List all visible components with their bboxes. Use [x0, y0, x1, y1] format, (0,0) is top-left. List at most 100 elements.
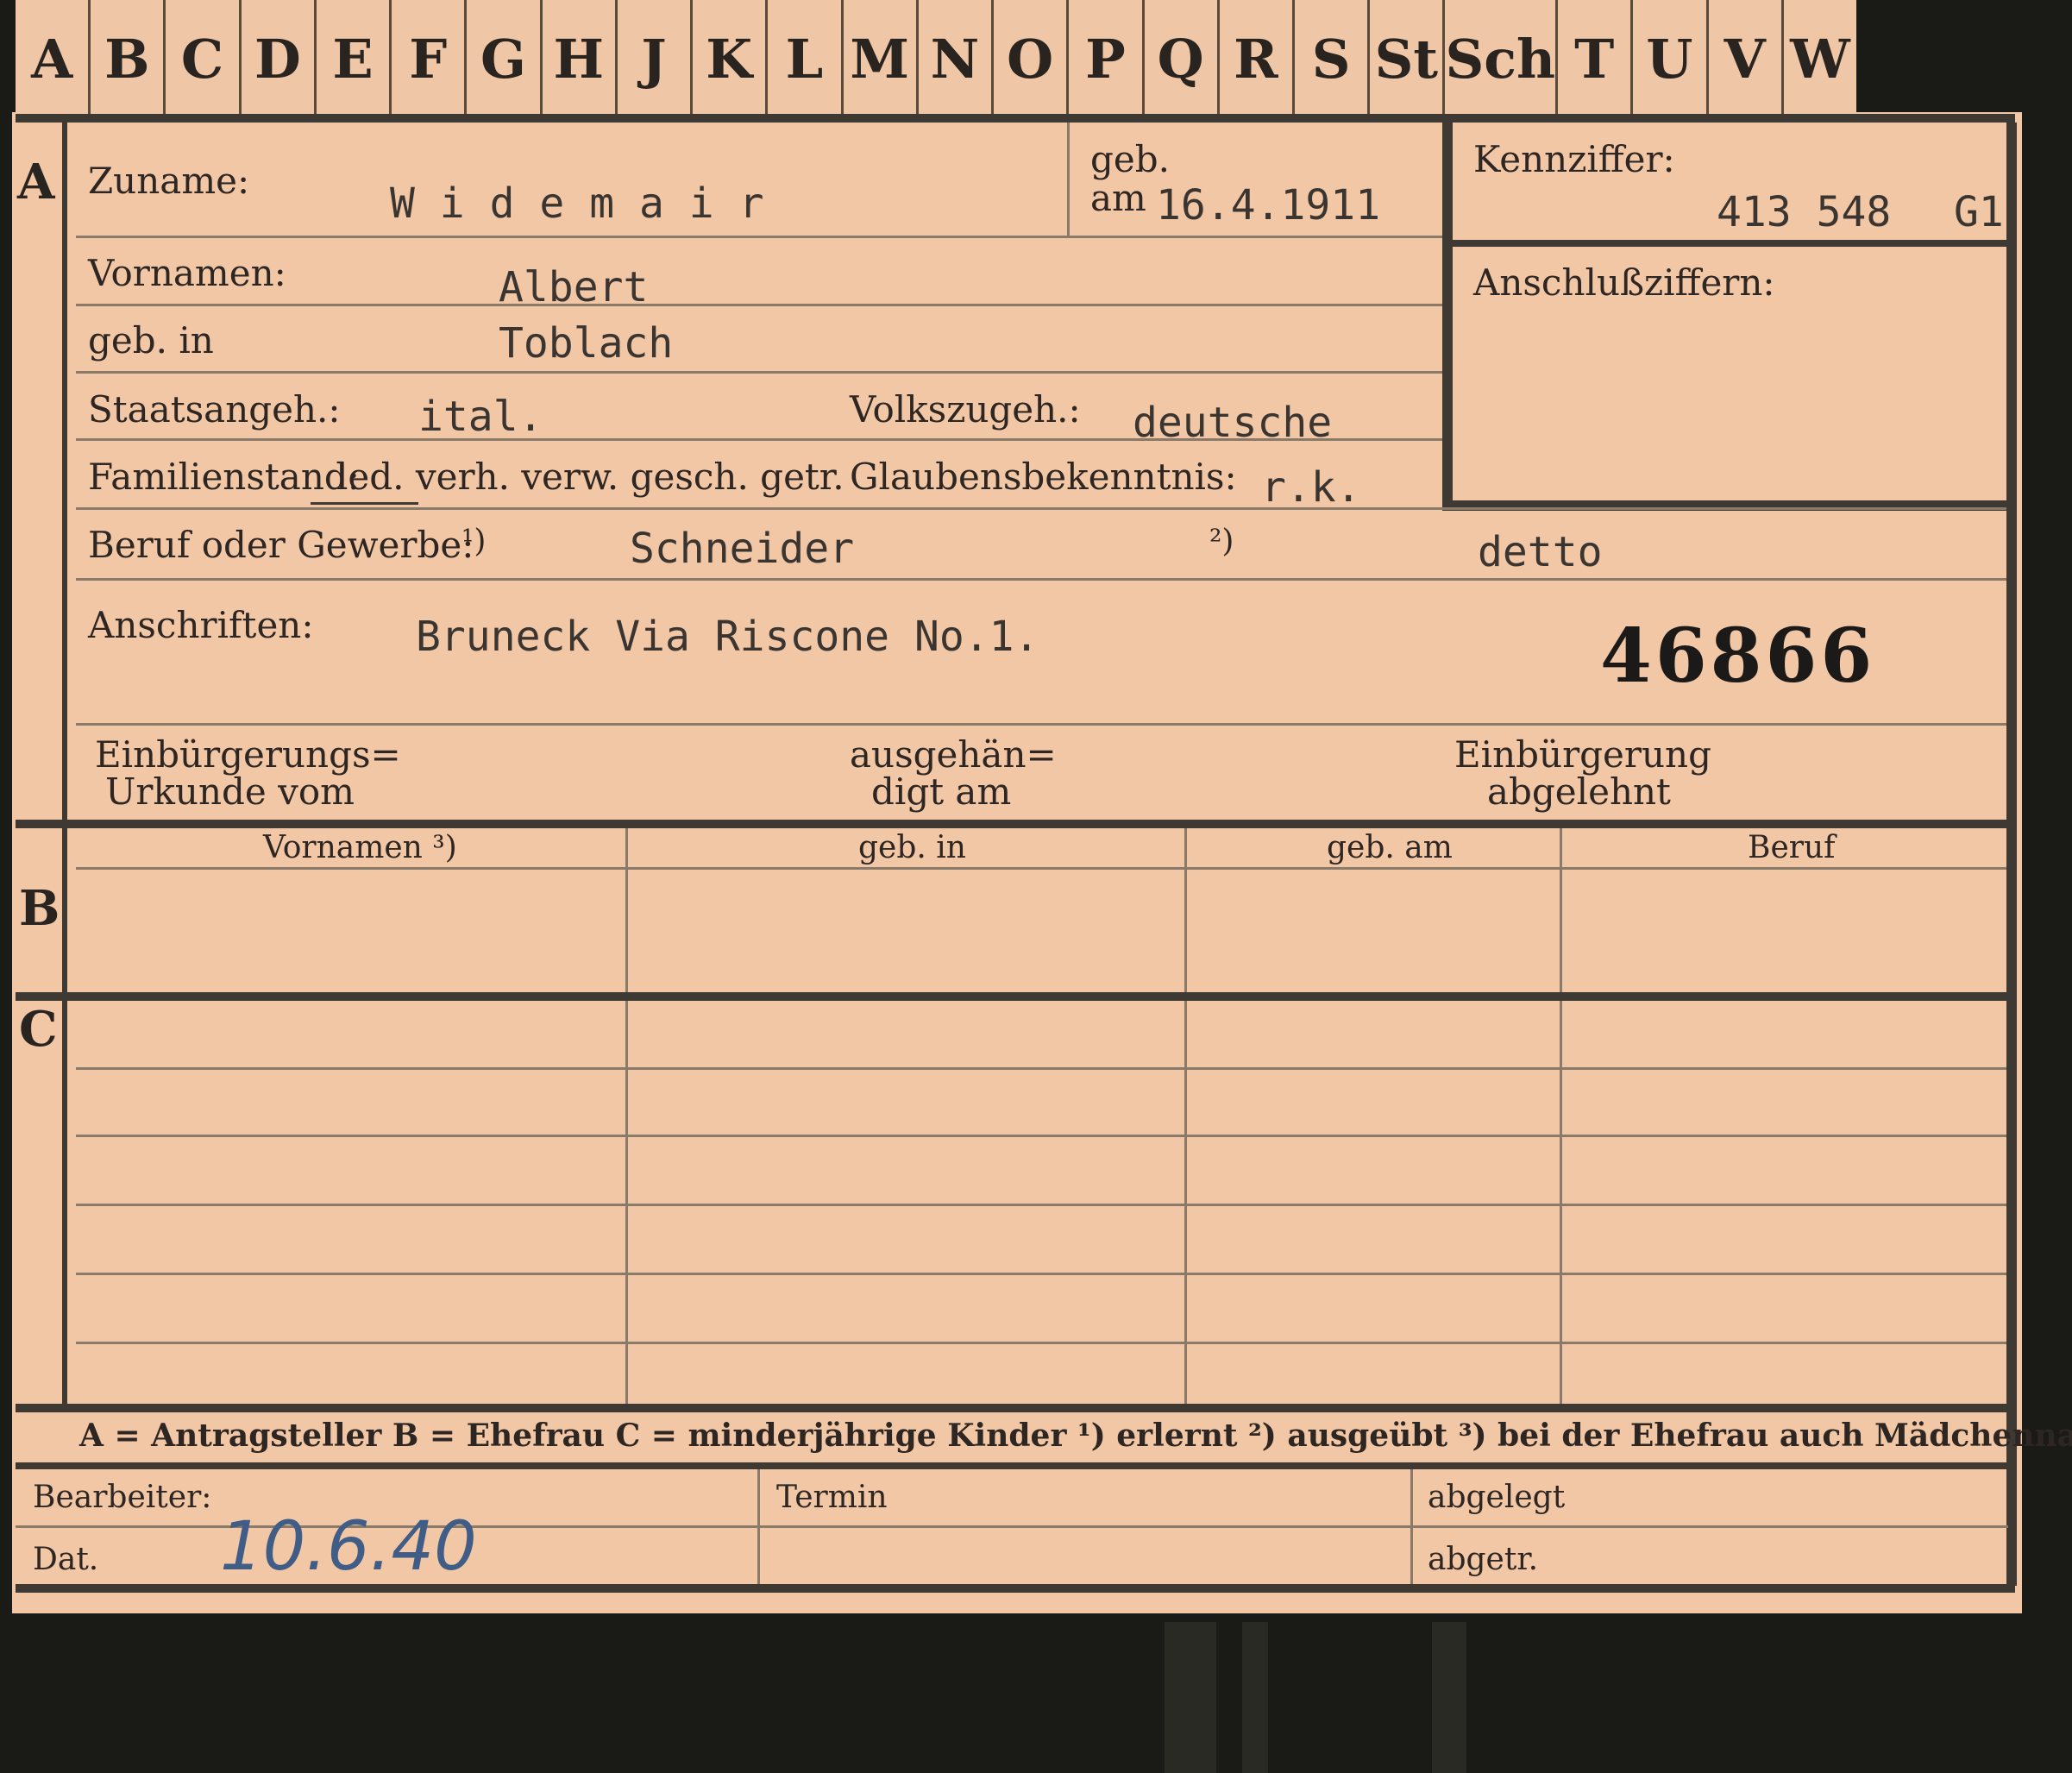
tab-letter[interactable]: L: [768, 0, 844, 117]
tab-letter[interactable]: St: [1370, 0, 1446, 117]
beruf-label: Beruf oder Gewerbe:: [88, 524, 474, 566]
tab-letter[interactable]: B: [91, 0, 166, 117]
tab-letter[interactable]: W: [1784, 0, 1856, 117]
kennziffer-label: Kennziffer:: [1473, 138, 1675, 180]
einb-urkunde-label-1: Einbürgerungs=: [95, 733, 401, 776]
glaubens-value[interactable]: r.k.: [1261, 463, 1361, 512]
abgelegt-label: abgelegt: [1428, 1480, 1566, 1515]
einb-abgelehnt-label-1: Einbürgerung: [1454, 733, 1711, 776]
legend: A = Antragsteller B = Ehefrau C = minder…: [79, 1418, 2072, 1454]
beruf-note-2: ²): [1209, 524, 1234, 559]
beruf-value-1[interactable]: Schneider: [630, 525, 854, 573]
rule: [76, 304, 1442, 306]
vornamen-value[interactable]: Albert: [499, 263, 648, 311]
kennziffer-suffix: G1: [1954, 188, 2004, 236]
geb-am-value[interactable]: 16.4.1911: [1156, 181, 1380, 229]
geb-in-label: geb. in: [88, 319, 214, 362]
column-header-geb-in: geb. in: [858, 830, 966, 865]
tab-letter[interactable]: N: [919, 0, 995, 117]
section-a-marker: A: [17, 154, 55, 211]
tab-letter[interactable]: D: [242, 0, 317, 117]
abgetr-label: abgetr.: [1428, 1542, 1539, 1577]
anschlussziffern-label: Anschlußziffern:: [1473, 261, 1775, 304]
familienstand-options[interactable]: led. verh. verw. gesch. getr.: [336, 456, 844, 498]
tab-letter[interactable]: J: [618, 0, 694, 117]
volkszugeh-value[interactable]: deutsche: [1133, 399, 1332, 447]
section-c-marker: C: [19, 1001, 58, 1058]
beruf-value-2[interactable]: detto: [1478, 528, 1603, 576]
ausgehaendigt-label-2: digt am: [871, 770, 1012, 813]
section-b-marker: B: [19, 880, 60, 937]
einb-urkunde-label-2: Urkunde vom: [105, 770, 355, 813]
geb-label: geb.: [1090, 138, 1170, 180]
termin-label: Termin: [776, 1480, 888, 1515]
rule: [1184, 828, 1187, 1406]
top-rule: [16, 114, 2015, 123]
staatsangeh-value[interactable]: ital.: [418, 393, 543, 441]
tab-letter[interactable]: F: [392, 0, 468, 117]
tab-letter[interactable]: Sch: [1445, 0, 1559, 117]
rule: [1560, 828, 1562, 1406]
rule: [757, 1469, 760, 1584]
volkszugeh-label: Volkszugeh.:: [850, 388, 1081, 431]
tab-letter[interactable]: M: [844, 0, 919, 117]
tab-letter[interactable]: U: [1633, 0, 1709, 117]
dat-label: Dat.: [33, 1542, 99, 1577]
tab-letter[interactable]: G: [467, 0, 543, 117]
right-border: [2006, 123, 2017, 1586]
rule: [1067, 123, 1070, 236]
tab-letter[interactable]: E: [317, 0, 392, 117]
rule: [76, 1067, 2006, 1070]
column-header-geb-am: geb. am: [1327, 830, 1453, 865]
stamp-number: 46866: [1600, 613, 1876, 700]
section-c-top-rule: [16, 992, 2015, 1001]
tab-letter[interactable]: T: [1558, 0, 1634, 117]
tab-letter[interactable]: K: [693, 0, 769, 117]
beruf-note-1: ¹): [461, 524, 487, 559]
rule: [76, 723, 2006, 726]
tab-letter[interactable]: A: [16, 0, 91, 117]
rule: [76, 1135, 2006, 1137]
rule: [76, 371, 1442, 374]
kennziffer-box-left: [1442, 123, 1453, 511]
rule: [76, 1273, 2006, 1275]
column-header-vornamen: Vornamen ³): [263, 830, 457, 865]
rule: [76, 507, 2006, 510]
rule: [1410, 1469, 1413, 1584]
tab-letter[interactable]: C: [166, 0, 242, 117]
card-bottom-rule: [16, 1584, 2015, 1593]
tab-letter[interactable]: P: [1069, 0, 1145, 117]
tab-letter[interactable]: S: [1295, 0, 1371, 117]
legend-top-rule: [16, 1404, 2015, 1412]
familienstand-underline: [311, 502, 418, 505]
staatsangeh-label: Staatsangeh.:: [88, 388, 341, 431]
familienstand-label: Familienstand:: [88, 456, 360, 498]
rule: [76, 236, 1442, 238]
rule: [625, 828, 628, 1406]
am-label: am: [1090, 177, 1146, 219]
column-header-beruf: Beruf: [1748, 830, 1836, 865]
tab-letter[interactable]: H: [543, 0, 618, 117]
einb-abgelehnt-label-2: abgelehnt: [1487, 770, 1671, 813]
rule: [76, 867, 2006, 870]
rule: [76, 1342, 2006, 1344]
anschriften-value[interactable]: Bruneck Via Riscone No.1.: [416, 613, 1039, 661]
dat-value-handwritten[interactable]: 10.6.40: [220, 1508, 477, 1586]
zuname-label: Zuname:: [88, 160, 250, 202]
kennziffer-value[interactable]: 413 548: [1717, 188, 1891, 236]
kennziffer-divider: [1442, 240, 2012, 247]
bearbeiter-label: Bearbeiter:: [33, 1480, 212, 1515]
section-bc-marker-rule: [62, 828, 67, 1406]
tab-letter[interactable]: R: [1220, 0, 1295, 117]
tab-letter[interactable]: O: [994, 0, 1070, 117]
ausgehaendigt-label-1: ausgehän=: [850, 733, 1057, 776]
geb-in-value[interactable]: Toblach: [499, 319, 673, 368]
tab-letter[interactable]: V: [1709, 0, 1784, 117]
rule: [76, 1204, 2006, 1206]
vornamen-label: Vornamen:: [88, 252, 286, 294]
legend-bottom-rule: [16, 1462, 2015, 1469]
zuname-value[interactable]: W i d e m a i r: [390, 179, 763, 228]
alphabet-tab-row: A B C D E F G H J K L M N O P Q R S St S…: [16, 0, 1856, 117]
tab-letter[interactable]: Q: [1145, 0, 1220, 117]
anschriften-label: Anschriften:: [88, 604, 314, 646]
